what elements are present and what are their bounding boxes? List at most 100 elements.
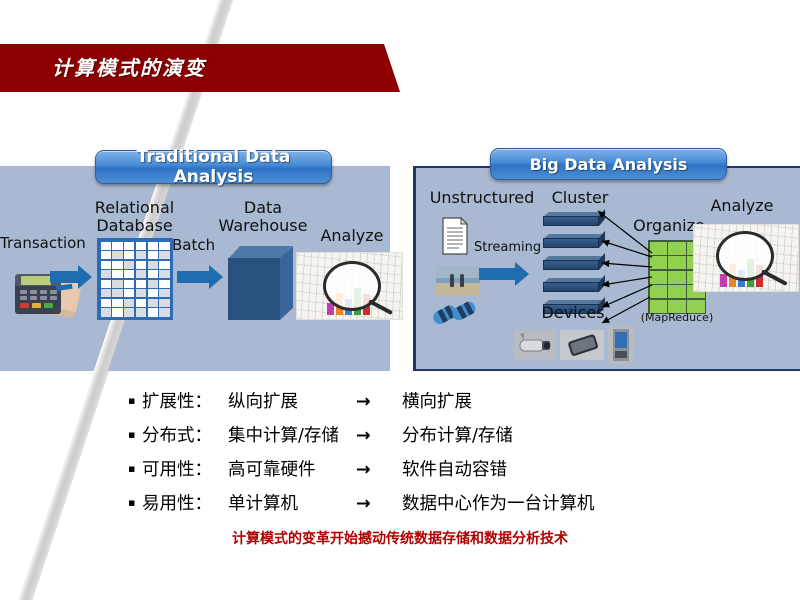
relational-db-cell: [100, 251, 111, 260]
relational-db-cell: [147, 279, 158, 288]
relational-db-cell: [147, 251, 158, 260]
relational-db-cell: [100, 270, 111, 279]
bullet-row: ▪ 易用性： 单计算机 → 数据中心作为一台计算机: [128, 490, 728, 515]
label-analyze-bigdata: Analyze: [710, 196, 774, 215]
bullet-key: 易用性：: [142, 494, 212, 514]
bullet-arrow-icon: →: [356, 426, 371, 446]
relational-db-cell: [100, 260, 111, 269]
bullet-marker: ▪: [128, 462, 136, 475]
bullet-to-value: 软件自动容错: [402, 460, 507, 480]
relational-db-cell: [124, 241, 135, 250]
relational-db-cell: [135, 308, 146, 317]
bullet-arrow-icon: →: [356, 494, 371, 514]
relational-db-cell: [112, 241, 123, 250]
mapreduce-cell: [668, 256, 686, 269]
relational-db-cell: [159, 260, 170, 269]
relational-db-cell: [159, 308, 170, 317]
arrow-streaming-to-cluster: [479, 262, 529, 286]
bullet-from-value: 单计算机: [228, 494, 298, 514]
slide-canvas: 计算模式的演变 Traditional Data Analysis Transa…: [0, 0, 800, 600]
label-streaming: Streaming: [474, 240, 542, 255]
bullet-marker: ▪: [128, 394, 136, 407]
relational-db-cell: [100, 241, 111, 250]
relational-db-cell: [135, 289, 146, 298]
relational-db-cell: [135, 251, 146, 260]
relational-db-cell: [135, 279, 146, 288]
traditional-badge-label: Traditional Data Analysis: [136, 147, 291, 187]
relational-db-cell: [135, 241, 146, 250]
analyze-magnifier-image-bigdata: [693, 224, 799, 292]
bullet-key: 分布式：: [142, 426, 212, 446]
relational-db-cell: [124, 279, 135, 288]
analyze-magnifier-image-traditional: [296, 252, 403, 320]
relational-db-cell: [112, 270, 123, 279]
arrow-transaction-to-database: [50, 265, 92, 289]
relational-db-cell: [100, 298, 111, 307]
relational-db-cell: [124, 289, 135, 298]
bullet-to-value: 分布计算/存储: [402, 426, 513, 446]
relational-db-cell: [147, 298, 158, 307]
bullet-marker: ▪: [128, 496, 136, 509]
relational-db-cell: [147, 289, 158, 298]
document-icon: [441, 216, 469, 256]
bullet-from-value: 集中计算/存储: [228, 426, 339, 446]
bullet-row: ▪ 分布式： 集中计算/存储 → 分布计算/存储: [128, 422, 728, 447]
relational-db-cell: [147, 270, 158, 279]
bullet-key: 扩展性：: [142, 392, 212, 412]
relational-db-cell: [124, 251, 135, 260]
relational-db-cell: [100, 308, 111, 317]
bullet-marker: ▪: [128, 428, 136, 441]
mapreduce-cell: [668, 241, 686, 255]
relational-db-cell: [159, 270, 170, 279]
relational-db-cell: [112, 251, 123, 260]
bullet-list: ▪ 扩展性： 纵向扩展 → 横向扩展 ▪ 分布式： 集中计算/存储 → 分布计算/存储 ▪ 可用性： 高…: [128, 388, 728, 524]
mapreduce-cell: [668, 285, 686, 298]
label-devices: Devices: [541, 303, 605, 322]
relational-db-cell: [100, 289, 111, 298]
relational-db-cell: [124, 308, 135, 317]
mapreduce-cell: [668, 270, 686, 284]
label-transaction: Transaction: [0, 234, 86, 252]
relational-db-cell: [159, 241, 170, 250]
traditional-data-analysis-badge[interactable]: Traditional Data Analysis: [95, 147, 332, 187]
relational-db-cell: [135, 298, 146, 307]
relational-db-cell: [112, 298, 123, 307]
bullet-from-value: 纵向扩展: [228, 392, 298, 412]
relational-db-cell: [135, 260, 146, 269]
bullet-row: ▪ 可用性： 高可靠硬件 → 软件自动容错: [128, 456, 728, 481]
relational-db-cell: [147, 241, 158, 250]
bullet-arrow-icon: →: [356, 392, 371, 412]
relational-db-cell: [135, 270, 146, 279]
sensor-devices-icon: [432, 300, 484, 334]
relational-db-cell: [112, 308, 123, 317]
bullet-row: ▪ 扩展性： 纵向扩展 → 横向扩展: [128, 388, 728, 413]
relational-db-cell: [112, 279, 123, 288]
relational-db-cell: [112, 260, 123, 269]
relational-db-cell: [159, 298, 170, 307]
label-relational-database-line2: Database: [96, 216, 173, 235]
label-unstructured: Unstructured: [429, 188, 535, 207]
smartphone-icon: [560, 330, 604, 360]
label-data-warehouse-line2: Warehouse: [218, 216, 308, 235]
bullet-to-value: 数据中心作为一台计算机: [402, 494, 595, 514]
label-data-warehouse-line1: Data: [243, 198, 283, 217]
relational-db-cell: [124, 270, 135, 279]
label-batch: Batch: [172, 236, 216, 254]
bigdata-badge-label: Big Data Analysis: [529, 154, 688, 174]
relational-db-cell: [147, 260, 158, 269]
title-banner-skew-edge: [320, 44, 401, 92]
data-warehouse-cube: [228, 245, 298, 324]
photo-thumbnail: [436, 266, 480, 296]
relational-db-cell: [100, 279, 111, 288]
relational-database-grid: [97, 238, 173, 320]
relational-db-cell: [124, 298, 135, 307]
arrow-batch-to-warehouse: [177, 265, 223, 289]
bullet-from-value: 高可靠硬件: [228, 460, 316, 480]
relational-db-cell: [159, 251, 170, 260]
big-data-analysis-badge[interactable]: Big Data Analysis: [490, 148, 727, 180]
relational-db-cell: [112, 289, 123, 298]
page-title: 计算模式的演变: [52, 56, 206, 80]
label-relational-database-line1: Relational: [94, 198, 175, 217]
relational-db-cell: [159, 289, 170, 298]
relational-db-cell: [124, 260, 135, 269]
